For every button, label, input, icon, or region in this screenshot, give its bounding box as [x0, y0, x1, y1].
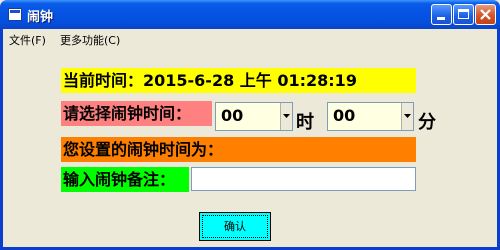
- note-input[interactable]: [191, 167, 416, 191]
- minute-dropdown-button[interactable]: [401, 103, 413, 130]
- menu-file[interactable]: 文件(F): [9, 32, 46, 48]
- alarm-time-label: 请选择闹钟时间：: [61, 101, 212, 126]
- hour-select[interactable]: 00: [215, 102, 293, 131]
- title-bar[interactable]: 闹钟: [0, 0, 500, 29]
- chevron-down-icon: [283, 114, 290, 118]
- hour-unit: 时: [296, 112, 314, 133]
- current-time-label: 当前时间：2015-6-28 上午 01:28:19: [61, 68, 416, 93]
- minimize-icon: [437, 17, 445, 20]
- alarm-status-label: 您设置的闹钟时间为：: [61, 137, 416, 162]
- minute-value: 00: [333, 106, 356, 125]
- app-icon: [8, 8, 22, 21]
- note-label: 输入闹钟备注：: [61, 167, 189, 192]
- confirm-button[interactable]: 确认: [199, 212, 271, 241]
- close-icon: [480, 9, 491, 20]
- minimize-button[interactable]: [431, 4, 452, 25]
- hour-dropdown-button[interactable]: [280, 103, 292, 130]
- menu-more-features[interactable]: 更多功能(C): [60, 32, 120, 48]
- minute-unit: 分: [418, 112, 436, 133]
- chevron-down-icon: [404, 114, 411, 118]
- hour-value: 00: [221, 106, 244, 125]
- window-title: 闹钟: [27, 10, 54, 25]
- close-button[interactable]: [475, 4, 496, 25]
- maximize-icon: [458, 9, 469, 19]
- menu-bar: 文件(F) 更多功能(C): [0, 29, 494, 47]
- minute-select[interactable]: 00: [327, 102, 414, 131]
- maximize-button[interactable]: [453, 4, 474, 25]
